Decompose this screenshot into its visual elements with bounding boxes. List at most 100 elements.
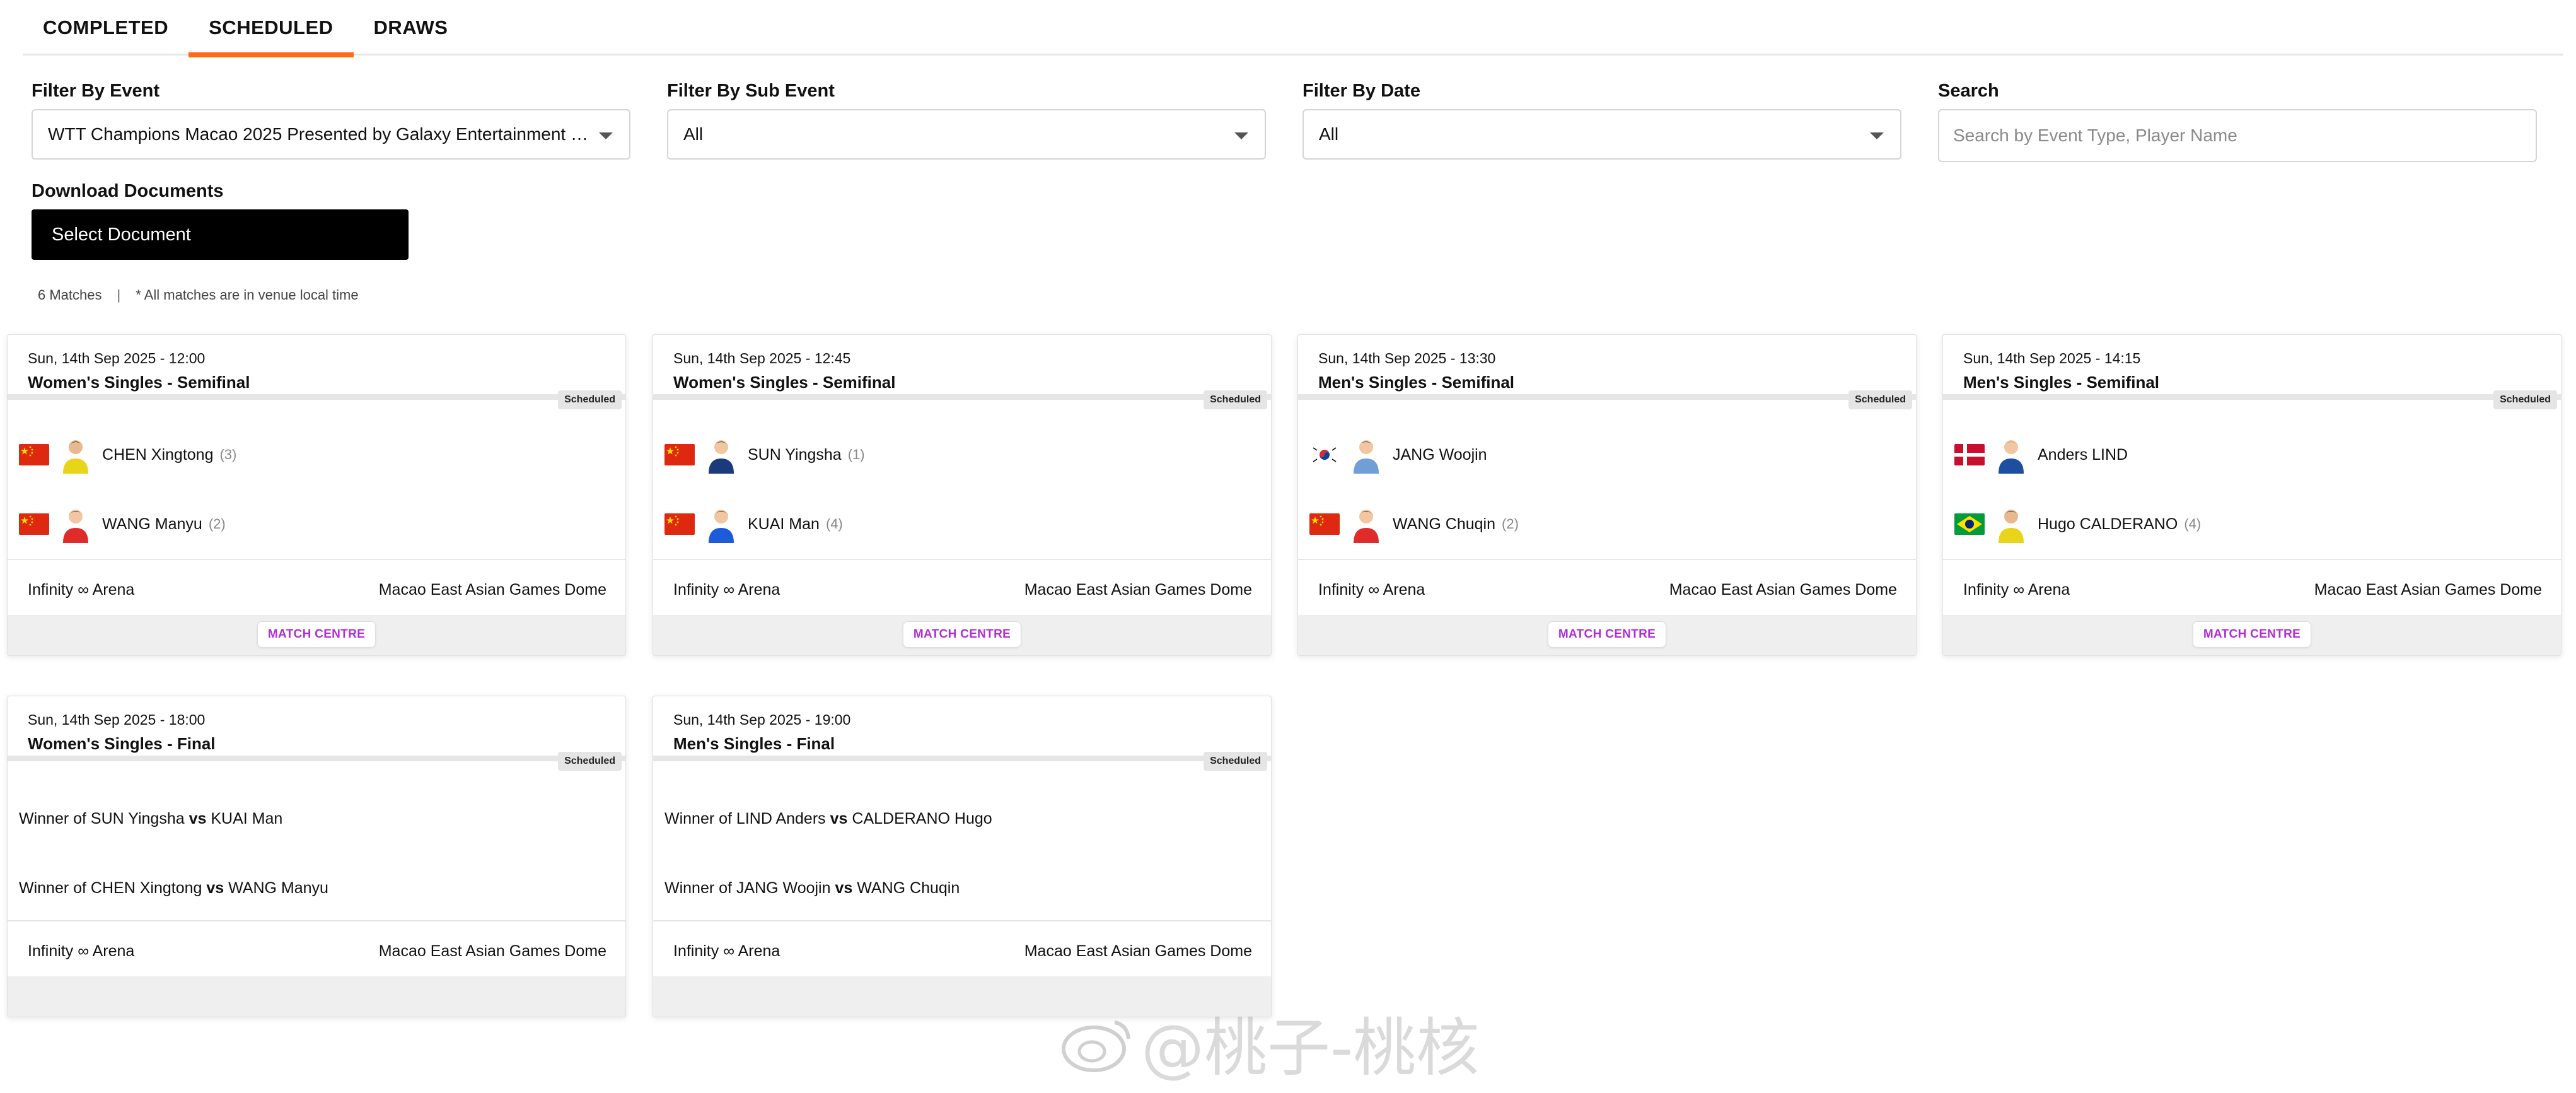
match-card: Sun, 14th Sep 2025 - 18:00 Women's Singl… (7, 696, 626, 1017)
match-centre-button[interactable]: MATCH CENTRE (902, 621, 1022, 648)
filter-event-select[interactable]: WTT Champions Macao 2025 Presented by Ga… (32, 109, 630, 160)
filter-sub-event-label: Filter By Sub Event (667, 81, 835, 101)
venue-location: Macao East Asian Games Dome (1024, 942, 1252, 960)
divider (8, 559, 625, 560)
filter-date-label: Filter By Date (1303, 81, 1420, 101)
select-document-button[interactable]: Select Document (32, 209, 409, 260)
denmark-flag-icon (1954, 444, 1985, 465)
filter-date-select[interactable]: All (1303, 109, 1901, 160)
china-flag-icon (664, 513, 695, 535)
match-title: Men's Singles - Final (673, 734, 835, 753)
filter-sub-event: Filter By Sub Event All (667, 81, 1266, 160)
card-footer: MATCH CENTRE (1298, 615, 1916, 655)
meta-separator: | (117, 287, 121, 303)
match-card: Sun, 14th Sep 2025 - 13:30 Men's Singles… (1297, 334, 1917, 656)
match-card: Sun, 14th Sep 2025 - 14:15 Men's Singles… (1942, 334, 2561, 656)
filter-event: Filter By Event WTT Champions Macao 2025… (32, 81, 630, 160)
match-datetime: Sun, 14th Sep 2025 - 13:30 (1318, 350, 1496, 366)
player-row[interactable]: Hugo CALDERANO (4) (1954, 504, 2201, 544)
match-card: Sun, 14th Sep 2025 - 12:00 Women's Singl… (7, 334, 626, 656)
tbd-suffix: KUAI Man (211, 810, 283, 827)
divider (653, 394, 1271, 400)
venue-location: Macao East Asian Games Dome (1024, 581, 1252, 599)
player-avatar (59, 436, 92, 474)
venue-location: Macao East Asian Games Dome (2314, 581, 2542, 599)
search-label: Search (1938, 81, 1999, 101)
match-centre-button[interactable]: MATCH CENTRE (257, 621, 376, 648)
player-row[interactable]: SUN Yingsha (1) (664, 435, 865, 475)
download-documents-label: Download Documents (32, 181, 224, 201)
watermark: @桃子-桃核 (1059, 997, 1479, 1088)
tbd-prefix: Winner of CHEN Xingtong (19, 879, 202, 897)
vs-label: vs (835, 879, 853, 897)
player-seed: (4) (825, 516, 843, 532)
player-row[interactable]: KUAI Man (4) (664, 504, 843, 544)
match-datetime: Sun, 14th Sep 2025 - 19:00 (673, 711, 851, 728)
filter-event-label: Filter By Event (32, 81, 160, 101)
divider (1298, 559, 1916, 560)
filter-event-value: WTT Champions Macao 2025 Presented by Ga… (48, 124, 614, 144)
player-name: KUAI Man (748, 515, 820, 533)
player-avatar (705, 505, 738, 543)
search-input[interactable] (1953, 126, 2522, 146)
tbd-player-row: Winner of JANG Woojin vs WANG Chuqin (664, 879, 960, 897)
player-name: WANG Manyu (102, 515, 202, 533)
player-row[interactable]: CHEN Xingtong (3) (19, 435, 236, 475)
divider (653, 920, 1271, 921)
player-name: JANG Woojin (1393, 445, 1487, 464)
tbd-suffix: WANG Manyu (228, 879, 328, 897)
status-badge: Scheduled (1848, 390, 1912, 409)
player-seed: (2) (1502, 516, 1519, 532)
player-row[interactable]: Anders LIND (1954, 435, 2134, 475)
player-row[interactable]: WANG Manyu (2) (19, 504, 226, 544)
divider (653, 559, 1271, 560)
match-title: Men's Singles - Semifinal (1318, 373, 1515, 392)
tab-scheduled[interactable]: SCHEDULED (189, 0, 354, 57)
match-datetime: Sun, 14th Sep 2025 - 12:45 (673, 350, 851, 366)
status-badge: Scheduled (1204, 390, 1267, 409)
filter-date-value: All (1319, 124, 1339, 144)
tbd-prefix: Winner of LIND Anders (664, 810, 826, 827)
match-centre-button[interactable]: MATCH CENTRE (2192, 621, 2312, 648)
download-documents: Download Documents Select Document (32, 181, 409, 260)
player-avatar (59, 505, 92, 543)
search-box (1938, 109, 2537, 162)
player-row[interactable]: WANG Chuqin (2) (1309, 504, 1519, 544)
venue-location: Macao East Asian Games Dome (378, 942, 606, 960)
status-badge: Scheduled (558, 390, 622, 409)
tbd-prefix: Winner of SUN Yingsha (19, 810, 185, 827)
tab-draws[interactable]: DRAWS (354, 0, 468, 56)
venue-name: Infinity ∞ Arena (673, 581, 780, 599)
status-badge: Scheduled (558, 752, 622, 771)
vs-label: vs (189, 810, 207, 827)
player-name: Anders LIND (2038, 445, 2128, 464)
tab-completed[interactable]: COMPLETED (23, 0, 189, 56)
china-flag-icon (19, 513, 49, 535)
tbd-suffix: WANG Chuqin (857, 879, 960, 897)
match-centre-button[interactable]: MATCH CENTRE (1547, 621, 1667, 648)
watermark-text: @桃子-桃核 (1141, 1011, 1480, 1085)
china-flag-icon (1309, 513, 1340, 535)
match-datetime: Sun, 14th Sep 2025 - 14:15 (1963, 350, 2141, 366)
match-card: Sun, 14th Sep 2025 - 19:00 Men's Singles… (653, 696, 1272, 1017)
match-title: Women's Singles - Final (28, 734, 216, 753)
player-avatar (1350, 505, 1383, 543)
vs-label: vs (830, 810, 848, 827)
search-filter: Search (1938, 81, 2537, 162)
match-title: Men's Singles - Semifinal (1963, 373, 2160, 392)
chevron-down-icon (1234, 132, 1248, 139)
player-row[interactable]: JANG Woojin (1309, 435, 1494, 475)
match-title: Women's Singles - Semifinal (673, 373, 896, 392)
filter-sub-event-select[interactable]: All (667, 109, 1266, 160)
venue-name: Infinity ∞ Arena (28, 942, 135, 960)
status-badge: Scheduled (2493, 390, 2557, 409)
player-seed: (1) (847, 447, 865, 462)
china-flag-icon (664, 444, 695, 465)
results-meta: 6 Matches | * All matches are in venue l… (38, 287, 359, 303)
divider (8, 756, 625, 761)
tbd-player-row: Winner of SUN Yingsha vs KUAI Man (19, 810, 282, 828)
match-datetime: Sun, 14th Sep 2025 - 12:00 (28, 350, 206, 366)
card-footer (8, 976, 625, 1017)
card-footer: MATCH CENTRE (653, 615, 1271, 655)
player-seed: (2) (208, 516, 226, 532)
